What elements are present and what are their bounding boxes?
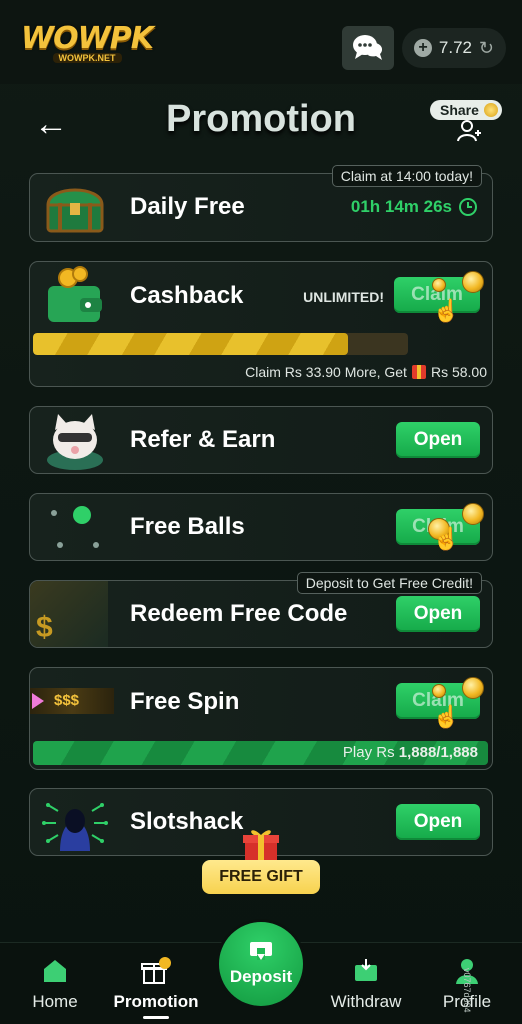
nav-withdraw-label: Withdraw <box>330 992 402 1011</box>
coin-icon <box>462 271 484 293</box>
balance-pill[interactable]: + 7.72 ↻ <box>402 28 506 68</box>
play-value: 1,888/1,888 <box>398 744 478 761</box>
nav-home[interactable]: Home <box>22 957 88 1012</box>
chat-button[interactable] <box>342 26 394 70</box>
gift-nav-icon <box>141 957 171 984</box>
logo-text: WOWPK <box>21 21 154 56</box>
bottom-nav: Home Promotion Deposit Withdraw Profile <box>0 919 522 1024</box>
refer-earn-card[interactable]: Refer & Earn Open <box>29 406 493 474</box>
balance-amount: 7.72 <box>438 38 472 57</box>
spin-dollars: $$$ <box>54 692 80 709</box>
unlimited-badge: UNLIMITED! <box>303 289 384 305</box>
free-gift-button[interactable]: FREE GIFT <box>202 860 320 894</box>
refer-open-button[interactable]: Open <box>396 422 480 458</box>
home-icon <box>44 960 66 982</box>
free-spin-progress-track: Play Rs 1,888/1,888 <box>33 741 488 765</box>
daily-free-countdown: 01h 14m 26s <box>351 197 478 217</box>
chat-icon <box>353 35 383 60</box>
top-bar: WOWPK WOWPK.NET + 7.72 ↻ <box>0 0 522 84</box>
ticket-dollar: $ <box>36 611 53 644</box>
cashback-progress-fill <box>33 333 348 355</box>
refer-earn-label: Refer & Earn <box>130 426 276 453</box>
slotshack-label: Slotshack <box>130 808 244 835</box>
nav-withdraw[interactable]: Withdraw <box>320 957 412 1012</box>
share-label: Share <box>440 102 479 118</box>
free-spin-card[interactable]: $$$ Free Spin Claim ☝ Play Rs 1,888/1,88… <box>29 667 493 770</box>
nav-promotion[interactable]: Promotion <box>104 957 208 1019</box>
brand-logo[interactable]: WOWPK WOWPK.NET <box>21 21 154 63</box>
nav-home-label: Home <box>32 992 78 1011</box>
daily-free-label: Daily Free <box>130 193 245 220</box>
redeem-open-button[interactable]: Open <box>396 596 480 632</box>
play-arrow-icon <box>32 693 44 709</box>
free-balls-card[interactable]: Free Balls Claim ☝ <box>29 493 493 561</box>
deposit-icon <box>250 942 272 960</box>
tap-hand-icon: ☝ <box>432 704 460 729</box>
free-spin-label: Free Spin <box>130 688 240 715</box>
active-indicator <box>143 1016 169 1019</box>
refresh-icon[interactable]: ↻ <box>479 38 494 59</box>
logo-subtext: WOWPK.NET <box>52 53 122 63</box>
coin-icon <box>462 677 484 699</box>
free-balls-label: Free Balls <box>130 513 245 540</box>
coin-icon <box>462 503 484 525</box>
slotshack-open-button[interactable]: Open <box>396 804 480 840</box>
free-spin-progress-text: Play Rs 1,888/1,888 <box>343 744 478 761</box>
treasure-chest-icon <box>46 188 104 233</box>
redeem-tag: Deposit to Get Free Credit! <box>296 572 482 594</box>
add-funds-icon[interactable]: + <box>414 39 432 57</box>
cashback-progress-track <box>33 333 408 355</box>
daily-free-tag: Claim at 14:00 today! <box>331 165 482 187</box>
ticket-icon: $ <box>30 581 108 647</box>
cashback-label: Cashback <box>130 282 244 309</box>
cashback-info: Claim Rs 33.90 More, Get Rs 58.00 <box>245 364 487 380</box>
cashback-info-text: Claim Rs 33.90 More, Get <box>245 364 407 380</box>
play-label: Play Rs <box>342 744 395 761</box>
version-label: v0767d304 <box>462 968 472 1013</box>
spin-ticket-icon: $$$ <box>30 688 114 714</box>
countdown-text: 01h 14m 26s <box>350 197 452 216</box>
tap-hand-icon: ☝ <box>432 298 460 323</box>
nav-deposit-label: Deposit <box>229 967 293 986</box>
nav-promotion-label: Promotion <box>113 992 199 1011</box>
redeem-code-card[interactable]: Deposit to Get Free Credit! $ Redeem Fre… <box>29 572 493 648</box>
share-person-icon[interactable] <box>456 120 482 142</box>
withdraw-icon <box>355 959 377 981</box>
balls-icon <box>51 506 99 548</box>
coin-icon <box>432 684 446 698</box>
hacker-icon <box>42 803 108 851</box>
share-badge[interactable]: Share <box>430 100 502 120</box>
cat-mascot-icon <box>47 414 103 470</box>
coin-icon <box>432 278 446 292</box>
wallet-icon <box>48 266 102 322</box>
gift-icon <box>411 365 426 379</box>
tap-hand-icon: ☝ <box>432 526 460 551</box>
cashback-card[interactable]: Cashback UNLIMITED! Claim ☝ Claim Rs 33.… <box>29 261 493 387</box>
promotion-page: WOWPK WOWPK.NET + 7.72 ↻ ← Promotion Sha… <box>0 0 522 1024</box>
cashback-reward: Rs 58.00 <box>430 364 487 380</box>
redeem-label: Redeem Free Code <box>130 600 348 627</box>
nav-deposit[interactable]: Deposit <box>216 919 306 1009</box>
clock-icon <box>459 198 477 216</box>
daily-free-card[interactable]: Claim at 14:00 today! Daily Free 01h 14m… <box>29 165 493 242</box>
coin-icon <box>484 103 498 117</box>
